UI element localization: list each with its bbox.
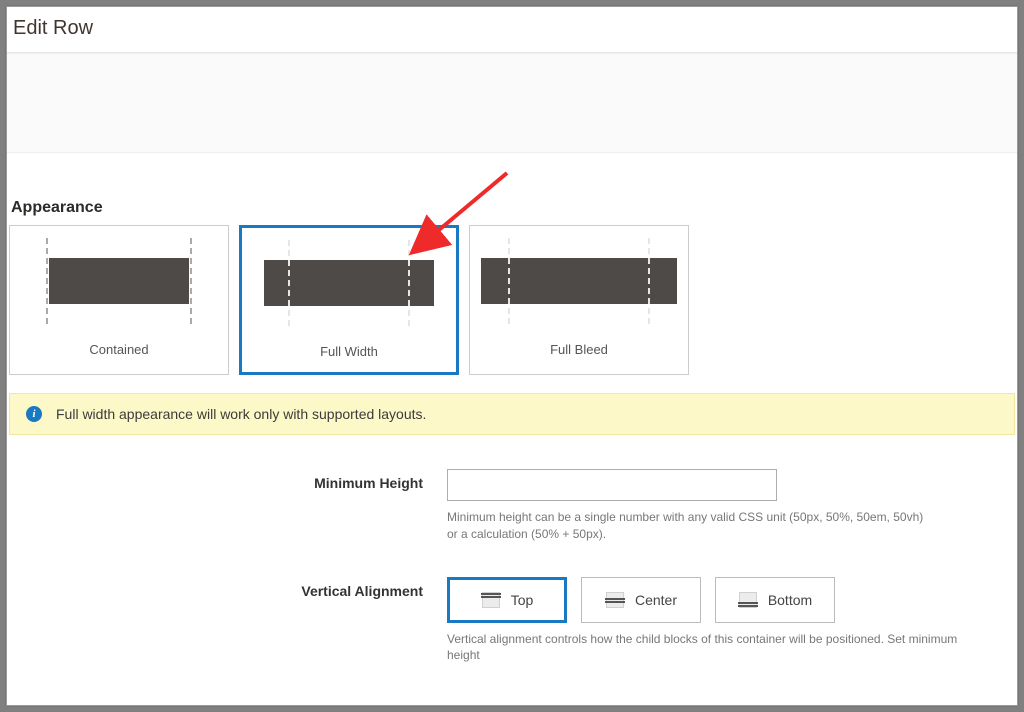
appearance-option-full-width[interactable]: Full Width	[239, 225, 459, 375]
valign-bottom-icon	[738, 591, 758, 609]
valign-option-label: Bottom	[768, 592, 812, 608]
page-title: Edit Row	[7, 7, 1017, 52]
appearance-option-label: Full Bleed	[550, 336, 608, 367]
appearance-option-contained[interactable]: Contained	[9, 225, 229, 375]
appearance-option-label: Full Width	[320, 338, 378, 369]
min-height-help: Minimum height can be a single number wi…	[447, 509, 927, 543]
appearance-options: Contained Full Width	[9, 225, 1015, 375]
appearance-option-full-bleed[interactable]: Full Bleed	[469, 225, 689, 375]
toolbar-spacer	[7, 53, 1017, 153]
appearance-option-label: Contained	[89, 336, 148, 367]
valign-center-icon	[605, 591, 625, 609]
valign-option-top[interactable]: Top	[447, 577, 567, 623]
valign-option-label: Center	[635, 592, 677, 608]
valign-option-center[interactable]: Center	[581, 577, 701, 623]
info-message: Full width appearance will work only wit…	[56, 406, 426, 422]
info-banner: i Full width appearance will work only w…	[9, 393, 1015, 435]
vertical-alignment-label: Vertical Alignment	[9, 577, 447, 599]
info-icon: i	[26, 406, 42, 422]
valign-option-label: Top	[511, 592, 534, 608]
min-height-input[interactable]	[447, 469, 777, 501]
valign-top-icon	[481, 591, 501, 609]
appearance-section-label: Appearance	[11, 199, 1015, 217]
vertical-alignment-help: Vertical alignment controls how the chil…	[447, 631, 967, 665]
min-height-label: Minimum Height	[9, 469, 447, 491]
vertical-alignment-options: Top Center	[447, 577, 967, 623]
valign-option-bottom[interactable]: Bottom	[715, 577, 835, 623]
